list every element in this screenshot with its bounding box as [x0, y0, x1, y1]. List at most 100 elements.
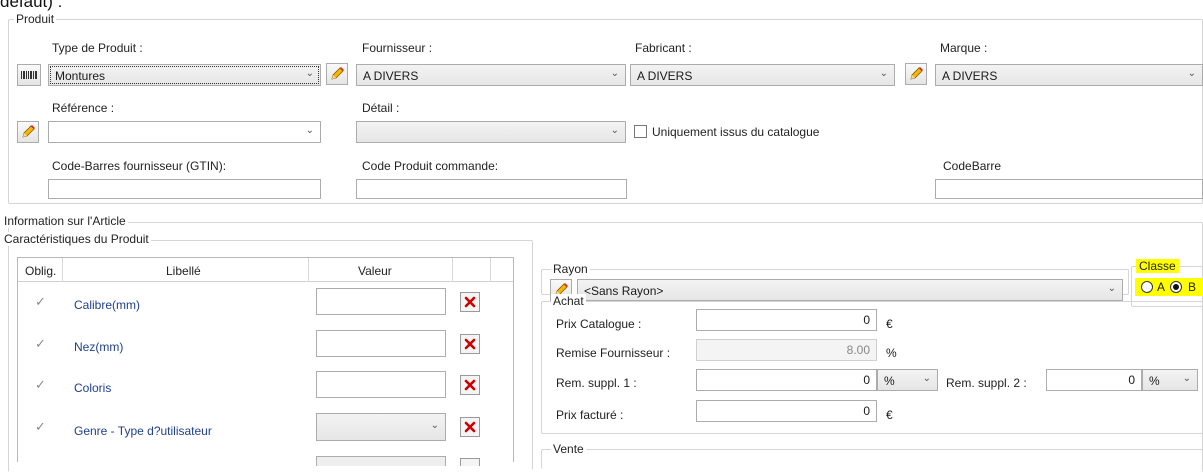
- codebarre-label: CodeBarre: [943, 159, 1002, 173]
- pencil-icon: [22, 125, 35, 138]
- rem-suppl-2-unit: %: [1149, 374, 1160, 388]
- col-header-valeur: Valeur: [358, 264, 392, 278]
- type-produit-edit-button[interactable]: [326, 63, 348, 85]
- row-label-genre: Genre - Type d?utilisateur: [74, 424, 212, 438]
- fournisseur-label: Fournisseur :: [362, 41, 433, 55]
- remise-fournisseur-input: 8.00: [696, 339, 877, 361]
- code-commande-input[interactable]: [356, 179, 627, 199]
- chevron-down-icon: ⌄: [1182, 373, 1191, 384]
- fabricant-label: Fabricant :: [635, 41, 692, 55]
- valeur-input-coloris[interactable]: [316, 371, 446, 398]
- classe-option-b-label: B: [1188, 280, 1197, 294]
- pencil-icon: [910, 67, 923, 80]
- remise-fournisseur-percent: %: [886, 346, 897, 360]
- prix-catalogue-value: 0: [863, 313, 870, 327]
- col-divider: [308, 258, 309, 282]
- col-divider: [452, 258, 453, 282]
- type-produit-label: Type de Produit :: [52, 41, 143, 55]
- rem-suppl-2-value: 0: [1128, 373, 1135, 387]
- catalogue-checkbox-label: Uniquement issus du catalogue: [652, 125, 820, 139]
- oblig-check-icon: ✓: [35, 419, 46, 434]
- reference-select[interactable]: ⌄: [48, 121, 321, 143]
- fournisseur-value: A DIVERS: [363, 69, 419, 83]
- rayon-legend: Rayon: [551, 262, 590, 276]
- barcode-button[interactable]: [17, 64, 41, 86]
- rem-suppl-1-unit: %: [884, 374, 895, 388]
- classe-radio-a[interactable]: [1141, 281, 1153, 293]
- valeur-input-partial[interactable]: [316, 456, 446, 466]
- col-header-libelle: Libellé: [166, 264, 201, 278]
- article-legend: Information sur l'Article: [2, 214, 128, 228]
- rem-suppl-1-input[interactable]: 0: [696, 369, 877, 391]
- delete-row-button[interactable]: [460, 458, 480, 466]
- reference-edit-button[interactable]: [17, 121, 39, 143]
- oblig-check-icon: ✓: [35, 336, 46, 351]
- chevron-down-icon: ⌄: [305, 68, 314, 79]
- marque-value: A DIVERS: [942, 69, 998, 83]
- detail-label: Détail :: [362, 101, 400, 115]
- valeur-input-nez[interactable]: [316, 330, 446, 357]
- rem-suppl-1-label: Rem. suppl. 1 :: [556, 376, 637, 390]
- delete-row-button[interactable]: [460, 292, 480, 312]
- table-header: [18, 258, 513, 282]
- prix-catalogue-input[interactable]: 0: [696, 309, 877, 331]
- prix-catalogue-currency: €: [886, 317, 893, 331]
- chevron-down-icon: ⌄: [305, 125, 314, 136]
- prix-facture-label: Prix facturé :: [556, 408, 624, 422]
- delete-x-icon: [464, 421, 476, 433]
- delete-row-button[interactable]: [460, 334, 480, 354]
- chevron-down-icon: ⌄: [610, 125, 619, 136]
- gtin-input[interactable]: [48, 179, 321, 199]
- fabricant-select[interactable]: A DIVERS ⌄: [630, 64, 895, 86]
- marque-edit-button[interactable]: [905, 63, 927, 85]
- radio-selected-dot: [1173, 284, 1179, 290]
- chevron-down-icon: ⌄: [1107, 283, 1116, 294]
- rayon-value: <Sans Rayon>: [584, 284, 664, 298]
- chevron-down-icon: ⌄: [922, 373, 931, 384]
- top-cut-text: défaut) :: [0, 0, 63, 11]
- rayon-select[interactable]: <Sans Rayon> ⌄: [577, 279, 1123, 301]
- type-produit-value: Montures: [55, 69, 106, 83]
- produit-group: [8, 19, 1203, 204]
- vente-group: [541, 449, 1203, 469]
- detail-select[interactable]: ⌄: [356, 121, 626, 143]
- delete-row-button[interactable]: [460, 417, 480, 437]
- catalogue-checkbox[interactable]: [634, 125, 647, 138]
- type-produit-select[interactable]: Montures ⌄: [48, 64, 321, 86]
- marque-label: Marque :: [940, 41, 988, 55]
- pencil-icon: [331, 67, 344, 80]
- rem-suppl-2-input[interactable]: 0: [1046, 369, 1142, 391]
- classe-radio-b[interactable]: [1170, 281, 1182, 293]
- code-commande-label: Code Produit commande:: [362, 159, 499, 173]
- marque-select[interactable]: A DIVERS ⌄: [935, 64, 1203, 86]
- rem-suppl-1-value: 0: [863, 373, 870, 387]
- gtin-label: Code-Barres fournisseur (GTIN):: [52, 159, 227, 173]
- prix-facture-currency: €: [886, 408, 893, 422]
- rem-suppl-2-unit-select[interactable]: % ⌄: [1142, 369, 1198, 391]
- caracteristiques-legend: Caractéristiques du Produit: [2, 232, 151, 246]
- valeur-input-calibre[interactable]: [316, 288, 446, 315]
- oblig-check-icon: ✓: [35, 294, 46, 309]
- delete-row-button[interactable]: [460, 375, 480, 395]
- delete-x-icon: [464, 296, 476, 308]
- fournisseur-select[interactable]: A DIVERS ⌄: [356, 64, 626, 86]
- row-label-nez: Nez(mm): [74, 340, 124, 354]
- achat-legend: Achat: [551, 294, 586, 308]
- remise-fournisseur-value: 8.00: [846, 343, 870, 357]
- valeur-select-genre[interactable]: ⌄: [316, 413, 446, 441]
- chevron-down-icon: ⌄: [610, 68, 619, 79]
- vente-legend: Vente: [551, 442, 586, 456]
- chevron-down-icon: ⌄: [1187, 68, 1196, 79]
- col-divider: [490, 258, 491, 282]
- delete-x-icon: [464, 338, 476, 350]
- classe-option-a-label: A: [1157, 280, 1166, 294]
- chevron-down-icon: ⌄: [430, 420, 439, 431]
- codebarre-input[interactable]: [935, 179, 1203, 199]
- oblig-check-icon: ✓: [35, 377, 46, 392]
- rem-suppl-1-unit-select[interactable]: % ⌄: [877, 369, 938, 391]
- prix-facture-input[interactable]: 0: [696, 400, 877, 422]
- barcode-icon: [21, 71, 37, 79]
- classe-legend: Classe: [1136, 259, 1179, 273]
- col-divider: [62, 258, 63, 282]
- col-header-oblig: Oblig.: [25, 264, 57, 278]
